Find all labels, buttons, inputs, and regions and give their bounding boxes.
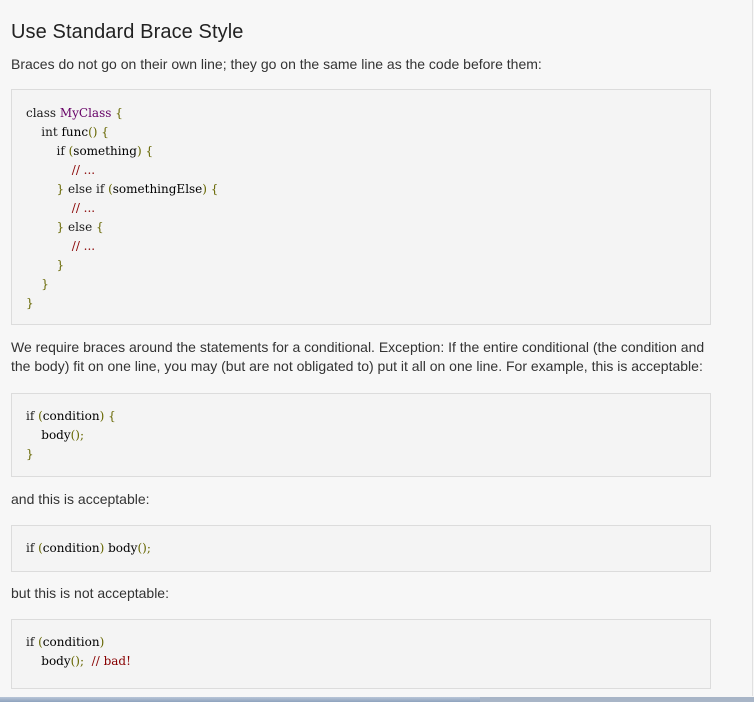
code-block-class-example: class MyClass { int func() { if (somethi… [11, 89, 711, 325]
code-line: } [26, 275, 696, 294]
code-token: body [26, 428, 71, 442]
code-token: (); [137, 541, 151, 555]
code-token: // bad! [91, 654, 131, 668]
code-token: } [26, 296, 34, 310]
article-content: Use Standard Brace Style Braces do not g… [11, 16, 711, 689]
code-token: ) [99, 635, 105, 649]
code-token: { [111, 106, 123, 120]
code-block-bad-example: if (condition) body(); // bad! [11, 619, 711, 689]
code-token: (); [70, 428, 85, 442]
code-token: body [108, 541, 138, 555]
code-line: if (something) { [26, 142, 696, 161]
not-acceptable-paragraph: but this is not acceptable: [11, 585, 169, 601]
code-line: body(); // bad! [26, 652, 696, 671]
code-token: func [61, 125, 89, 139]
code-line: } [26, 294, 696, 313]
code-token: () { [88, 125, 109, 139]
code-line: // ... [26, 161, 696, 180]
scrollbar-track-segment[interactable] [480, 697, 754, 702]
code-token: else [67, 220, 96, 234]
code-token: { [95, 220, 104, 234]
code-token: condition [42, 635, 100, 649]
code-token: condition [42, 409, 100, 423]
code-token: ) { [136, 144, 154, 158]
horizontal-scrollbar[interactable] [0, 697, 754, 702]
code-line: if (condition) [26, 633, 696, 652]
code-token: if [26, 635, 39, 649]
code-block-single-line-if: if (condition) body(); [11, 525, 711, 572]
code-token: // ... [71, 201, 96, 215]
code-token: ) [99, 541, 109, 555]
section-heading: Use Standard Brace Style [11, 21, 244, 43]
code-token: if [56, 144, 69, 158]
code-line: } [26, 445, 696, 464]
code-line: } [26, 256, 696, 275]
code-token: } [26, 447, 34, 461]
code-token: if [26, 409, 39, 423]
code-token: else if [67, 182, 109, 196]
code-block-multiline-if: if (condition) { body();} [11, 393, 711, 477]
code-token: // ... [71, 163, 96, 177]
code-line: // ... [26, 199, 696, 218]
code-token: if [26, 541, 39, 555]
code-token: int [41, 125, 62, 139]
code-token: class [26, 106, 60, 120]
code-token: // ... [71, 239, 96, 253]
code-line: if (condition) body(); [26, 539, 696, 558]
code-line: int func() { [26, 123, 696, 142]
code-token: somethingElse [112, 182, 203, 196]
code-line: // ... [26, 237, 696, 256]
code-token: ) { [202, 182, 219, 196]
code-token: } [56, 182, 68, 196]
code-line: } else { [26, 218, 696, 237]
document-page: Use Standard Brace Style Braces do not g… [0, 0, 753, 696]
code-line: class MyClass { [26, 104, 696, 123]
code-line: body(); [26, 426, 696, 445]
code-token: } [41, 277, 49, 291]
code-line: } else if (somethingElse) { [26, 180, 696, 199]
code-line: if (condition) { [26, 407, 696, 426]
exception-paragraph: We require braces around the statements … [11, 339, 705, 374]
intro-paragraph: Braces do not go on their own line; they… [11, 56, 542, 72]
code-token: condition [42, 541, 100, 555]
code-token: } [56, 258, 65, 272]
code-token: ) { [99, 409, 116, 423]
code-token: } [56, 220, 68, 234]
code-token: body [26, 654, 71, 668]
acceptable-paragraph: and this is acceptable: [11, 491, 150, 507]
code-token: MyClass [59, 106, 112, 120]
code-token: (); [70, 654, 92, 668]
code-token: something [73, 144, 137, 158]
